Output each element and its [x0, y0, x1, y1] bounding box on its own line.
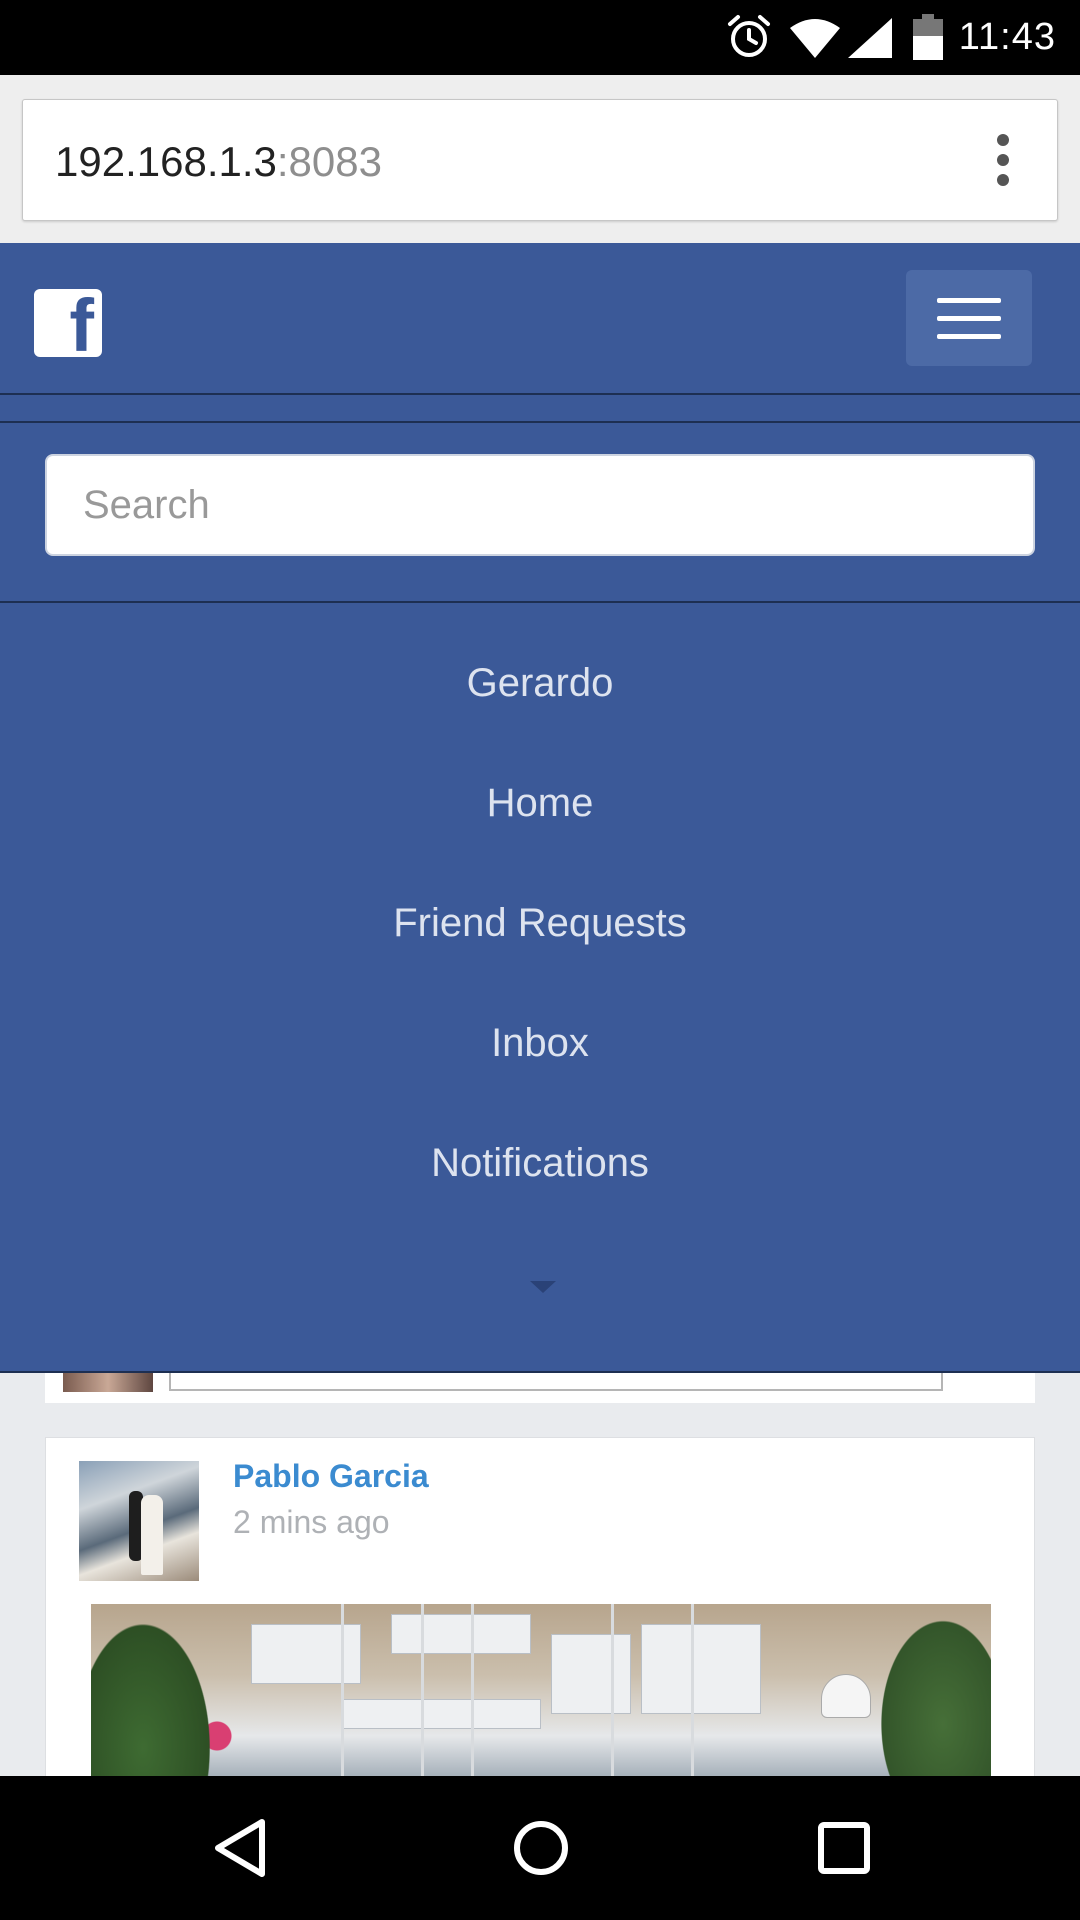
previous-post-card: [45, 1373, 1035, 1403]
dropdown-menu: Gerardo Home Friend Requests Inbox Notif…: [0, 603, 1080, 1373]
post-author[interactable]: Pablo Garcia: [233, 1458, 429, 1495]
menu-item-home[interactable]: Home: [0, 773, 1080, 833]
status-time: 11:43: [958, 16, 1056, 58]
search-section: [0, 423, 1080, 603]
post-image[interactable]: [91, 1604, 991, 1776]
previous-post-thumbnail: [63, 1373, 153, 1392]
navbar-divider: [0, 395, 1080, 423]
hamburger-menu-button[interactable]: [906, 270, 1032, 366]
menu-item-profile[interactable]: Gerardo: [0, 653, 1080, 713]
facebook-logo-icon[interactable]: f: [34, 289, 102, 357]
status-bar: 11:43: [0, 0, 1080, 75]
post-timestamp: 2 mins ago: [233, 1504, 390, 1540]
back-icon[interactable]: [212, 1816, 268, 1880]
home-icon[interactable]: [513, 1816, 569, 1880]
signal-icon: [848, 18, 892, 58]
avatar[interactable]: [79, 1461, 199, 1581]
news-feed: Pablo Garcia 2 mins ago: [0, 1373, 1080, 1776]
address-bar[interactable]: 192.168.1.3:8083: [22, 99, 1058, 221]
comment-input[interactable]: [169, 1373, 943, 1391]
wifi-icon: [790, 19, 840, 58]
logo-letter: f: [69, 289, 94, 357]
url-host: 192.168.1.3: [55, 138, 277, 185]
menu-item-friend-requests[interactable]: Friend Requests: [0, 893, 1080, 953]
battery-icon: [913, 14, 943, 60]
url-port: :8083: [276, 138, 382, 185]
site-navbar: f: [0, 243, 1080, 395]
post-card: Pablo Garcia 2 mins ago: [45, 1437, 1035, 1776]
caret-down-icon[interactable]: [530, 1281, 556, 1293]
url-text[interactable]: 192.168.1.3:8083: [55, 138, 382, 186]
alarm-icon: [728, 15, 770, 57]
menu-item-notifications[interactable]: Notifications: [0, 1133, 1080, 1193]
menu-item-inbox[interactable]: Inbox: [0, 1013, 1080, 1073]
search-input[interactable]: [45, 454, 1035, 556]
recents-icon[interactable]: [816, 1816, 872, 1880]
system-navigation-bar: [0, 1776, 1080, 1920]
browser-toolbar: 192.168.1.3:8083: [0, 75, 1080, 243]
more-vert-icon[interactable]: [995, 134, 1011, 190]
